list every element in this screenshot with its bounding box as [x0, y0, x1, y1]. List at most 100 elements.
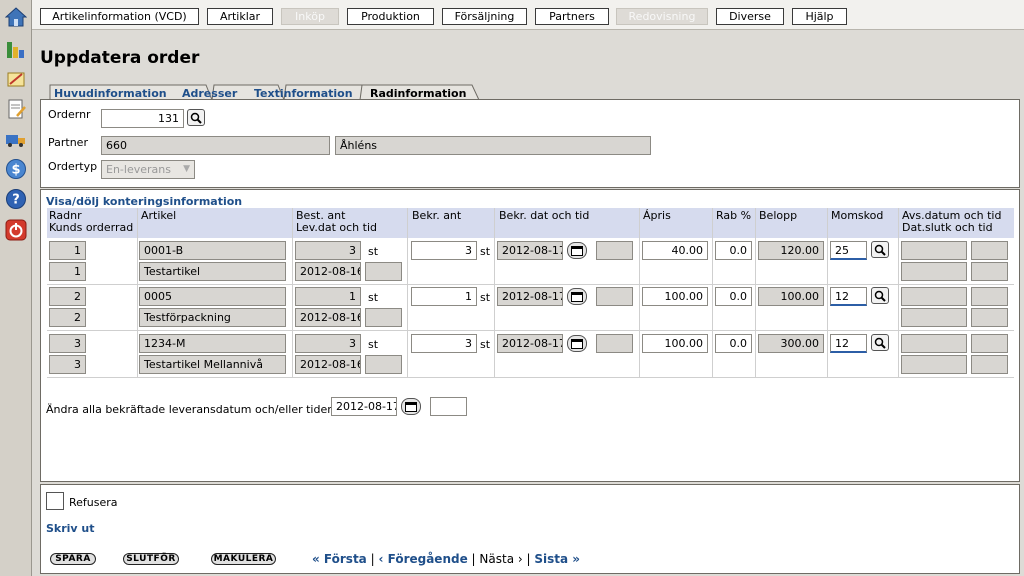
row2-bekr-dat-input[interactable]: 2012-08-17: [497, 287, 563, 306]
row-divider: [47, 377, 1014, 378]
row3-best-unit: st: [368, 338, 379, 351]
calendar-icon[interactable]: [567, 335, 587, 352]
row2-levdat: 2012-08-16: [295, 308, 361, 327]
row2-datslut: [901, 308, 967, 327]
row2-belopp: 100.00: [758, 287, 824, 306]
search-icon[interactable]: [187, 109, 205, 126]
grid-divider: [755, 208, 756, 377]
partner-id-field: 660: [101, 136, 330, 155]
refusera-label: Refusera: [69, 496, 118, 509]
row3-avstid: [971, 334, 1008, 353]
ordertyp-select[interactable]: En-leverans ▼: [101, 160, 195, 179]
col-bekr-dat: Bekr. dat och tid: [499, 209, 590, 222]
menu-diverse[interactable]: Diverse: [716, 8, 784, 25]
row2-bekr-tid: [596, 287, 633, 306]
row3-bekr-tid: [596, 334, 633, 353]
row3-datslut: [901, 355, 967, 374]
row3-bekr-ant-input[interactable]: 3: [411, 334, 477, 353]
change-all-time-input[interactable]: [430, 397, 467, 416]
grid-divider: [827, 208, 828, 377]
menu-artiklar[interactable]: Artiklar: [207, 8, 273, 25]
row3-levdat: 2012-08-16: [295, 355, 361, 374]
menu-inkop: Inköp: [281, 8, 339, 25]
grid-divider: [712, 208, 713, 377]
ordernr-input[interactable]: 131: [101, 109, 184, 128]
row2-avstid: [971, 287, 1008, 306]
edit-document-icon[interactable]: [5, 98, 27, 120]
col-belopp: Belopp: [759, 209, 798, 222]
calendar-icon[interactable]: [567, 288, 587, 305]
refusera-checkbox[interactable]: [46, 492, 64, 510]
save-button[interactable]: SPARA: [50, 553, 96, 565]
nav-prev-link[interactable]: ‹ Föregående: [378, 552, 467, 566]
power-off-icon[interactable]: [5, 219, 27, 241]
ordertyp-value: En-leverans: [106, 163, 171, 176]
row2-rab-input[interactable]: 0.0: [715, 287, 752, 306]
menu-artikelinformation[interactable]: Artikelinformation (VCD): [40, 8, 199, 25]
row1-belopp: 120.00: [758, 241, 824, 260]
row1-rab-input[interactable]: 0.0: [715, 241, 752, 260]
row1-best-unit: st: [368, 245, 379, 258]
row3-bekr-unit: st: [480, 338, 491, 351]
row1-bekr-tid: [596, 241, 633, 260]
search-icon[interactable]: [871, 334, 889, 351]
row2-bekr-ant-input[interactable]: 1: [411, 287, 477, 306]
row1-kunds-orderrad: 1: [49, 262, 86, 281]
print-link[interactable]: Skriv ut: [46, 522, 95, 535]
search-icon[interactable]: [871, 287, 889, 304]
row1-bekr-ant-input[interactable]: 3: [411, 241, 477, 260]
row3-momskod-input[interactable]: 12: [830, 334, 867, 353]
menu-produktion[interactable]: Produktion: [347, 8, 434, 25]
nav-separator: |: [370, 552, 375, 566]
col-best-ant: Best. ant Lev.dat och tid: [296, 209, 377, 234]
row2-levtid: [365, 308, 402, 327]
change-all-date-input[interactable]: 2012-08-17: [331, 397, 397, 416]
chevron-down-icon: ▼: [183, 164, 190, 174]
tab-huvudinformation[interactable]: Huvudinformation: [50, 86, 167, 100]
nav-next-text: Nästa ›: [479, 552, 523, 566]
row1-bekr-dat-input[interactable]: 2012-08-17: [497, 241, 563, 260]
left-sidebar: $ ?: [0, 0, 32, 576]
grid-divider: [292, 208, 293, 377]
tab-radinformation[interactable]: Radinformation: [366, 86, 466, 100]
menu-forsaljning[interactable]: Försäljning: [442, 8, 527, 25]
menu-hjalp[interactable]: Hjälp: [792, 8, 847, 25]
row2-artikel: 0005: [139, 287, 286, 306]
chart-icon[interactable]: [5, 38, 27, 60]
nav-last-link[interactable]: Sista »: [534, 552, 580, 566]
ordernr-label: Ordernr: [48, 108, 91, 121]
nav-separator: |: [471, 552, 476, 566]
row1-momskod-input[interactable]: 25: [830, 241, 867, 260]
menu-partners[interactable]: Partners: [535, 8, 609, 25]
row1-apris-input[interactable]: 40.00: [642, 241, 708, 260]
calendar-icon[interactable]: [401, 398, 421, 415]
tab-adresser[interactable]: Adresser: [178, 86, 237, 100]
row1-artikel: 0001-B: [139, 241, 286, 260]
row3-apris-input[interactable]: 100.00: [642, 334, 708, 353]
home-icon[interactable]: [5, 6, 27, 28]
row3-levtid: [365, 355, 402, 374]
pagination: « Första | ‹ Föregående | Nästa › | Sist…: [312, 552, 580, 566]
notepad-icon[interactable]: [5, 68, 27, 90]
row3-kunds-orderrad: 3: [49, 355, 86, 374]
calendar-icon[interactable]: [567, 242, 587, 259]
tab-textinformation[interactable]: Textinformation: [250, 86, 353, 100]
help-icon[interactable]: ?: [5, 188, 27, 210]
row-divider: [47, 330, 1014, 331]
complete-button[interactable]: SLUTFÖR: [123, 553, 179, 565]
search-icon[interactable]: [871, 241, 889, 258]
delivery-truck-icon[interactable]: [5, 128, 27, 150]
row2-apris-input[interactable]: 100.00: [642, 287, 708, 306]
nav-first-link[interactable]: « Första: [312, 552, 367, 566]
grid-header: Radnr Kunds orderrad Artikel Best. ant Lev…: [47, 208, 1014, 238]
row3-radnr: 3: [49, 334, 86, 353]
row3-bekr-dat-input[interactable]: 2012-08-17: [497, 334, 563, 353]
row3-rab-input[interactable]: 0.0: [715, 334, 752, 353]
col-radnr: Radnr Kunds orderrad: [49, 209, 134, 234]
row2-radnr: 2: [49, 287, 86, 306]
dollar-coin-icon[interactable]: $: [5, 158, 27, 180]
row2-momskod-input[interactable]: 12: [830, 287, 867, 306]
cancel-order-button[interactable]: MAKULERA: [211, 553, 276, 565]
row3-benamning: Testartikel Mellannivå: [139, 355, 286, 374]
toggle-kontering-link[interactable]: Visa/dölj konteringsinformation: [46, 195, 242, 208]
